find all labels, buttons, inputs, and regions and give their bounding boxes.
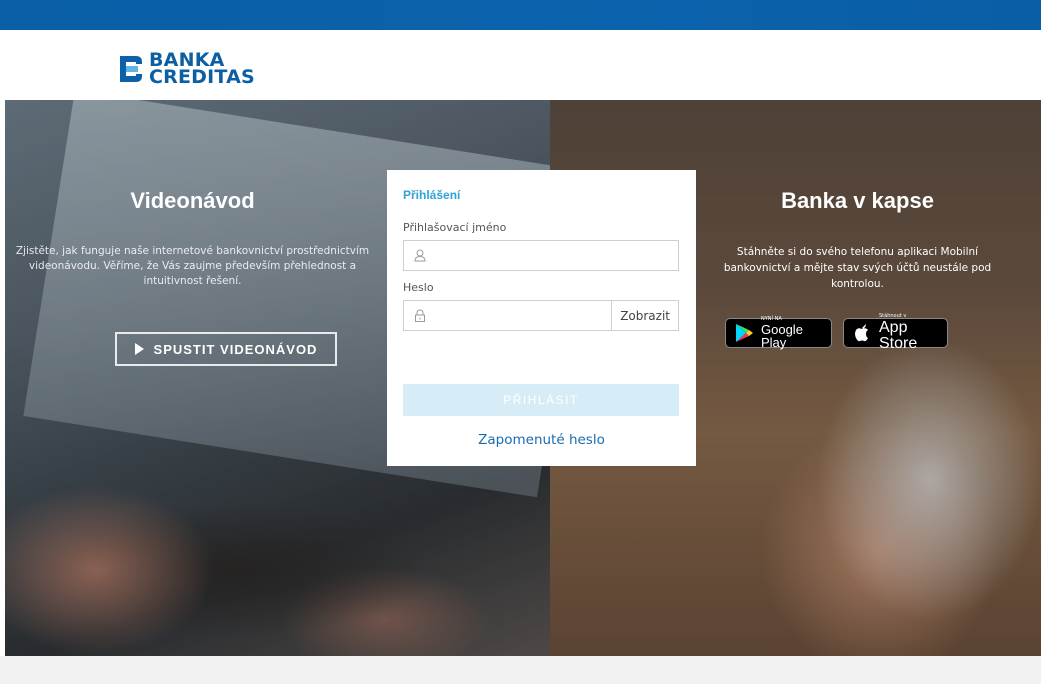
app-store-button[interactable]: Stáhnout v App Store [843, 314, 948, 352]
username-field-wrap [403, 240, 679, 271]
play-video-button[interactable]: SPUSTIT VIDEONÁVOD [115, 332, 337, 366]
login-title: Přihlášení [403, 188, 461, 202]
video-promo-title: Videonávod [130, 188, 255, 213]
top-bar [0, 0, 1041, 30]
login-panel: Přihlášení Přihlašovací jméno Heslo Zobr… [387, 170, 696, 466]
password-label: Heslo [403, 281, 434, 294]
logo-text: BANKA CREDITAS [149, 51, 255, 88]
play-video-label: SPUSTIT VIDEONÁVOD [153, 341, 318, 357]
username-input[interactable] [404, 240, 678, 271]
lock-icon [415, 309, 425, 322]
creditas-logo-icon [120, 56, 142, 82]
show-password-button[interactable]: Zobrazit [611, 301, 678, 330]
logo-line-2: CREDITAS [149, 66, 255, 88]
footer-band [0, 656, 1041, 684]
apple-icon [855, 324, 868, 342]
password-field-wrap: Zobrazit [403, 300, 679, 331]
app-store-big-text: App Store [879, 319, 918, 352]
mobile-promo: Banka v kapse Stáhněte si do svého telef… [700, 188, 1015, 292]
password-input[interactable] [404, 300, 612, 331]
video-promo-text: Zjistěte, jak funguje naše internetové b… [15, 245, 370, 287]
bank-logo[interactable]: BANKA CREDITAS [118, 49, 255, 89]
forgot-password-link[interactable]: Zapomenuté heslo [403, 432, 680, 448]
username-label: Přihlašovací jméno [403, 221, 507, 234]
google-play-button[interactable]: NYNÍ NA Google Play [725, 317, 832, 350]
user-icon [414, 249, 426, 262]
play-icon [134, 343, 144, 355]
mobile-promo-title: Banka v kapse [781, 188, 934, 213]
login-button[interactable]: PŘIHLÁSIT [403, 384, 679, 416]
video-promo: Videonávod Zjistěte, jak funguje naše in… [5, 188, 380, 289]
google-play-icon [736, 324, 753, 342]
mobile-promo-text: Stáhněte si do svého telefonu aplikaci M… [723, 246, 992, 290]
google-play-big-text: Google Play [761, 322, 803, 350]
